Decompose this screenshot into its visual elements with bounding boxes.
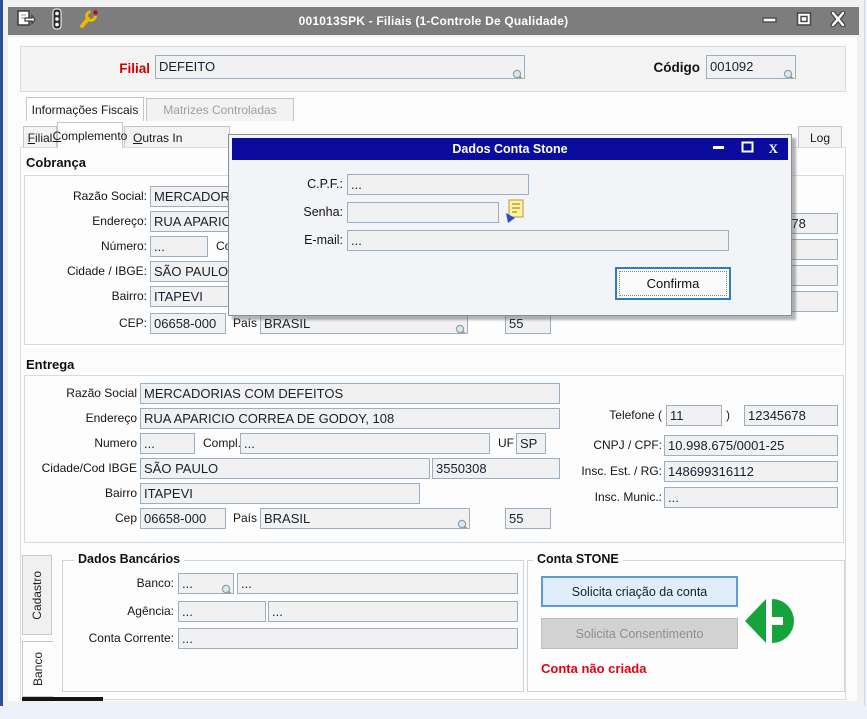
entrega-insc-munic-label: Insc. Munic.: xyxy=(542,490,662,504)
stone-logo-icon xyxy=(745,598,797,649)
magnifier-icon[interactable] xyxy=(512,69,525,79)
maximize-button[interactable] xyxy=(795,11,813,32)
tab-outras-informacoes[interactable]: Outras In xyxy=(124,126,230,148)
tab-log[interactable]: Log xyxy=(798,126,842,148)
magnifier-icon[interactable] xyxy=(457,519,470,529)
cobranca-ddi-field[interactable]: 55 xyxy=(505,313,551,334)
solicita-criacao-button[interactable]: Solicita criação da conta xyxy=(541,576,738,607)
entrega-cidade-label: Cidade/Cod IBGE xyxy=(20,461,137,475)
entrega-ibge-field[interactable]: 3550308 xyxy=(432,458,560,479)
dados-bancarios-title: Dados Bancários xyxy=(74,552,184,566)
entrega-compl-field[interactable]: ... xyxy=(240,433,490,454)
tab-complemento[interactable]: Complemento xyxy=(57,122,123,148)
vtab-banco[interactable]: Banco xyxy=(22,641,54,697)
tab-scroll-indicator xyxy=(22,697,103,701)
cobranca-pais-label: País xyxy=(233,316,257,330)
entrega-razao-field[interactable]: MERCADORIAS COM DEFEITOS xyxy=(140,383,560,404)
dialog-titlebar[interactable]: Dados Conta Stone X xyxy=(232,138,788,160)
vtab-cadastro[interactable]: Cadastro xyxy=(22,555,52,635)
entrega-pais-label: País xyxy=(233,511,257,525)
focus-rect xyxy=(619,271,727,296)
magnifier-icon[interactable] xyxy=(783,69,796,79)
codigo-label: Código xyxy=(590,60,700,75)
banco-label: Banco: xyxy=(62,576,174,590)
entrega-cnpj-field[interactable]: 10.998.675/0001-25 xyxy=(664,435,838,456)
cobranca-cidade-label: Cidade / IBGE: xyxy=(30,264,147,278)
agencia-field[interactable]: ... xyxy=(178,601,266,622)
filial-field[interactable]: DEFEITO xyxy=(155,55,525,79)
entrega-bairro-label: Bairro xyxy=(20,486,137,500)
entrega-telefone-field[interactable]: 12345678 xyxy=(744,405,838,426)
confirma-button[interactable]: Confirma xyxy=(615,267,731,300)
senha-field[interactable] xyxy=(347,202,499,223)
magnifier-icon[interactable] xyxy=(455,324,468,334)
window-title: 001013SPK - Filiais (1-Controle De Quali… xyxy=(8,14,859,28)
cpf-label: C.P.F.: xyxy=(259,177,343,191)
cobranca-cep-label: CEP: xyxy=(30,316,147,330)
minimize-button[interactable] xyxy=(761,12,779,31)
cobranca-title: Cobrança xyxy=(26,155,86,170)
cobranca-endereco-label: Endereço: xyxy=(30,214,147,228)
entrega-endereco-field[interactable]: RUA APARICIO CORREA DE GODOY, 108 xyxy=(140,408,560,429)
cobranca-cep-field[interactable]: 06658-000 xyxy=(150,313,226,334)
banco-cod-field[interactable]: ... xyxy=(178,573,234,594)
codigo-field[interactable]: 001092 xyxy=(706,55,796,79)
filial-value: DEFEITO xyxy=(159,59,215,74)
cpf-field[interactable]: ... xyxy=(347,174,529,195)
entrega-insc-munic-field[interactable]: ... xyxy=(664,487,838,508)
banco-nome-field[interactable]: ... xyxy=(237,573,518,594)
close-icon[interactable] xyxy=(829,11,847,32)
entrega-title: Entrega xyxy=(26,357,74,372)
entrega-ddd-field[interactable]: 11 xyxy=(666,405,722,426)
cobranca-pais-field[interactable]: BRASIL xyxy=(260,313,468,334)
email-field[interactable]: ... xyxy=(347,230,729,251)
conta-corrente-field[interactable]: ... xyxy=(178,628,518,649)
dialog-close-icon[interactable]: X xyxy=(769,141,778,157)
entrega-numero-label: Numero xyxy=(20,436,137,450)
window-titlebar[interactable]: 001013SPK - Filiais (1-Controle De Quali… xyxy=(8,7,859,35)
conta-corrente-label: Conta Corrente: xyxy=(62,631,174,645)
tab-matrizes-controladas[interactable]: Matrizes Controladas xyxy=(146,98,294,121)
entrega-ddi-field[interactable]: 55 xyxy=(505,508,551,529)
entrega-pais-field[interactable]: BRASIL xyxy=(260,508,470,529)
entrega-cidade-field[interactable]: SÃO PAULO xyxy=(140,458,430,479)
entrega-bairro-field[interactable]: ITAPEVI xyxy=(140,483,420,504)
entrega-cep-field[interactable]: 06658-000 xyxy=(140,508,226,529)
entrega-insc-est-label: Insc. Est. / RG: xyxy=(542,464,662,478)
magnifier-icon[interactable] xyxy=(221,584,234,594)
traffic-light-icon[interactable] xyxy=(50,8,64,35)
agencia-label: Agência: xyxy=(62,604,174,618)
email-label: E-mail: xyxy=(259,233,343,247)
entrega-endereco-label: Endereço xyxy=(20,411,137,425)
cobranca-razao-label: Razão Social: xyxy=(30,189,147,203)
entrega-cnpj-label: CNPJ / CPF: xyxy=(542,438,662,452)
entrega-compl-label: Compl. xyxy=(203,436,241,450)
entrega-insc-est-field[interactable]: 148699316112 xyxy=(664,461,838,482)
tab-informacoes-fiscais[interactable]: Informações Fiscais xyxy=(26,97,144,121)
agencia-conta-field[interactable]: ... xyxy=(268,601,518,622)
entrega-telefone-paren: ) xyxy=(726,408,730,422)
wrench-icon[interactable] xyxy=(78,8,100,35)
solicita-consentimento-button[interactable]: Solicita Consentimento xyxy=(541,618,738,649)
codigo-value: 001092 xyxy=(710,59,753,74)
password-note-icon[interactable] xyxy=(505,199,525,229)
dados-conta-stone-dialog: Dados Conta Stone X C.P.F.: ... Senha: E… xyxy=(228,134,792,316)
dialog-title: Dados Conta Stone xyxy=(232,142,788,156)
entrega-telefone-label: Telefone ( xyxy=(542,408,662,422)
cobranca-bairro-label: Bairro: xyxy=(30,289,147,303)
exit-icon[interactable] xyxy=(16,8,36,35)
conta-stone-title: Conta STONE xyxy=(533,552,623,566)
senha-label: Senha: xyxy=(259,205,343,219)
entrega-cep-label: Cep xyxy=(20,511,137,525)
dialog-minimize-button[interactable] xyxy=(712,140,726,158)
cobranca-numero-label: Número: xyxy=(30,239,147,253)
filial-label: Filial xyxy=(60,61,150,76)
entrega-numero-field[interactable]: ... xyxy=(140,433,195,454)
cobranca-numero-field[interactable]: ... xyxy=(150,236,208,257)
entrega-uf-label: UF xyxy=(498,436,514,450)
entrega-razao-label: Razão Social xyxy=(20,386,137,400)
dialog-maximize-button[interactable] xyxy=(741,140,754,158)
conta-status-text: Conta não criada xyxy=(541,661,646,676)
